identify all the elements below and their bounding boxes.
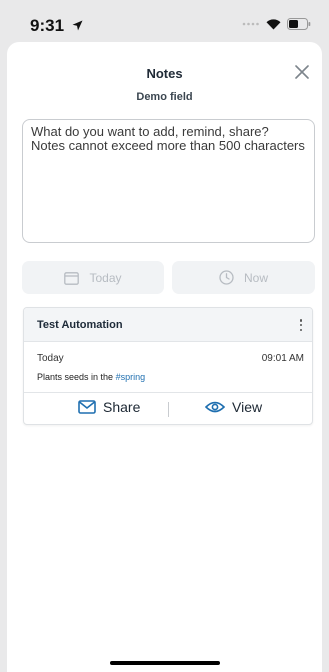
share-button[interactable]: Share	[78, 399, 140, 415]
kebab-dot-icon	[299, 328, 303, 331]
calendar-icon	[64, 271, 80, 285]
view-button-label: View	[232, 399, 263, 415]
kebab-dot-icon	[299, 323, 303, 327]
date-button-label: Today	[89, 270, 122, 285]
signal-dots-icon	[242, 22, 259, 26]
note-text-prefix: Plants seeds in the	[37, 372, 116, 382]
note-card-actions: Share View	[24, 392, 312, 424]
sheet-title: Notes	[146, 66, 183, 81]
clock-icon	[219, 270, 234, 285]
eye-icon	[205, 401, 225, 413]
hashtag-link[interactable]: #spring	[116, 372, 146, 382]
note-text: Plants seeds in the #spring	[37, 372, 145, 382]
note-date: Today	[37, 353, 64, 364]
time-button-label: Now	[243, 270, 268, 285]
close-button[interactable]	[292, 62, 312, 82]
battery-icon	[287, 18, 311, 30]
note-input[interactable]	[22, 119, 315, 243]
status-indicators	[242, 18, 311, 30]
status-time: 9:31	[30, 16, 65, 35]
action-divider	[168, 402, 169, 417]
sheet-subtitle: Demo field	[136, 91, 193, 103]
note-card: Test Automation Today 09:01 AM Plants se…	[23, 307, 313, 425]
envelope-icon	[78, 400, 96, 414]
time-button[interactable]: Now	[172, 261, 315, 294]
location-arrow-icon	[72, 20, 83, 31]
close-icon	[295, 65, 309, 79]
note-time: 09:01 AM	[261, 353, 304, 364]
home-indicator[interactable]	[110, 661, 220, 665]
view-button[interactable]: View	[205, 399, 262, 415]
notes-sheet: Notes Demo field Today Now Test Automati…	[7, 42, 322, 672]
kebab-dot-icon	[299, 319, 303, 322]
more-options-button[interactable]	[296, 317, 306, 333]
status-bar: 9:31	[0, 0, 329, 44]
date-button[interactable]: Today	[22, 261, 164, 294]
note-card-title: Test Automation	[37, 319, 123, 331]
wifi-icon	[266, 18, 281, 29]
note-card-header: Test Automation	[24, 308, 312, 342]
share-button-label: Share	[103, 399, 141, 415]
